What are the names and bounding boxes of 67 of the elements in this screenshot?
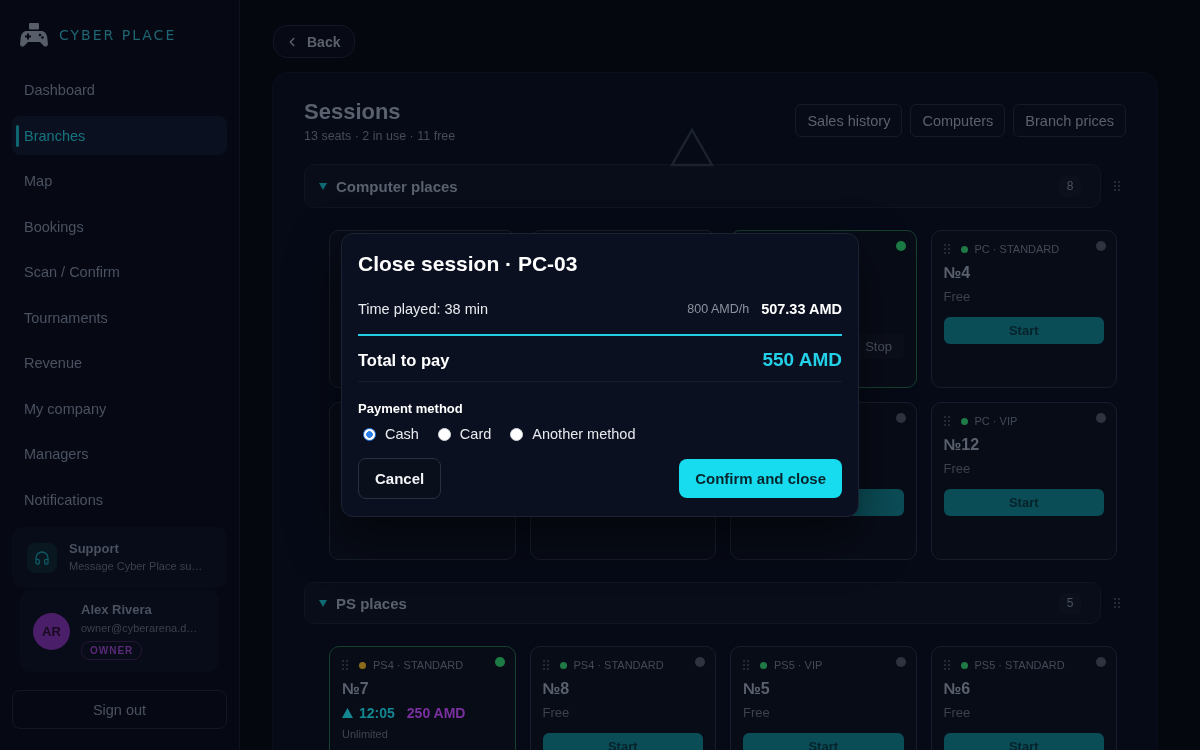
- radio-label[interactable]: Another method: [532, 426, 636, 442]
- radio-label[interactable]: Cash: [385, 426, 419, 442]
- header-button[interactable]: Sales history: [795, 104, 903, 137]
- header-button[interactable]: Branch prices: [1013, 104, 1126, 137]
- page-title: Sessions: [304, 100, 402, 124]
- seat-number: №5: [743, 680, 771, 698]
- seat-number: №8: [542, 680, 571, 698]
- session-timer: 12:05: [359, 705, 395, 721]
- drag-handle-icon[interactable]: [743, 660, 749, 670]
- gamepad-icon: [20, 22, 48, 48]
- nav-item[interactable]: Branches: [12, 116, 227, 155]
- seat-number: №6: [943, 680, 972, 698]
- seat-number: №12: [943, 436, 981, 454]
- nav-item[interactable]: Dashboard: [12, 70, 227, 110]
- nav-item[interactable]: Managers: [12, 434, 227, 474]
- seat-number: №4: [943, 264, 972, 282]
- drag-handle-icon[interactable]: [943, 416, 950, 426]
- section-header[interactable]: Computer places 8: [304, 164, 1101, 208]
- nav-item[interactable]: Scan / Confirm: [12, 252, 227, 292]
- tariff-note: Unlimited: [342, 727, 389, 741]
- section-header[interactable]: PS places 5: [304, 582, 1101, 624]
- drag-handle-icon[interactable]: [1113, 181, 1120, 191]
- nav-item[interactable]: Bookings: [12, 207, 227, 246]
- avatar: AR: [33, 612, 70, 650]
- sign-out-button[interactable]: Sign out: [12, 690, 227, 729]
- payment-method-label: Payment method: [358, 402, 464, 416]
- seat-number: №7: [342, 680, 370, 698]
- dialog-title: Close session · PC-03: [358, 252, 579, 276]
- drag-handle-icon[interactable]: [542, 660, 549, 670]
- support-title: Support: [69, 541, 120, 557]
- caret-icon[interactable]: [319, 182, 327, 190]
- time-played: Time played: 38 min: [358, 301, 489, 317]
- logo-text: CYBER PLACE: [59, 27, 177, 43]
- caret-icon[interactable]: [319, 599, 327, 607]
- drag-handle-icon[interactable]: [943, 244, 950, 254]
- session-amount: 250 AMD: [406, 705, 466, 721]
- seat-type: PC · STANDARD: [974, 243, 1060, 255]
- hourly-rate: 800 AMD/h: [687, 302, 750, 316]
- role-badge: OWNER: [81, 641, 143, 660]
- total-amount: 550 AMD: [762, 349, 842, 371]
- section-title: Computer places: [336, 177, 458, 195]
- total-label: Total to pay: [358, 350, 450, 370]
- nav-item[interactable]: Revenue: [12, 343, 227, 383]
- nav-item[interactable]: Notifications: [12, 480, 227, 519]
- drag-handle-icon[interactable]: [342, 660, 348, 670]
- back-button[interactable]: Back: [273, 25, 356, 58]
- seat-type: PS5 · STANDARD: [974, 659, 1065, 671]
- cancel-button[interactable]: Cancel: [358, 458, 442, 499]
- user-name: Alex Rivera: [81, 602, 153, 618]
- seat-type: PS5 · VIP: [774, 659, 823, 671]
- drag-handle-icon[interactable]: [1113, 598, 1120, 608]
- nav-item[interactable]: Map: [12, 161, 227, 201]
- header-button[interactable]: Computers: [910, 104, 1006, 137]
- triangle-icon: [342, 708, 353, 718]
- radio-label[interactable]: Card: [459, 426, 492, 442]
- radio-button[interactable]: [363, 427, 376, 441]
- seat-type: PS4 · STANDARD: [573, 659, 664, 671]
- seat-type: PS4 · STANDARD: [373, 659, 464, 671]
- seat-type: PC · VIP: [974, 415, 1018, 427]
- subtotal-amount: 507.33 AMD: [761, 301, 842, 317]
- confirm-button[interactable]: Confirm and close: [679, 459, 842, 498]
- nav-item[interactable]: Tournaments: [12, 298, 227, 337]
- drag-handle-icon[interactable]: [943, 660, 950, 670]
- section-title: PS places: [336, 594, 407, 612]
- nav-item[interactable]: My company: [12, 389, 227, 428]
- triangle-outline-icon: [670, 128, 714, 167]
- headset-icon: [27, 542, 57, 573]
